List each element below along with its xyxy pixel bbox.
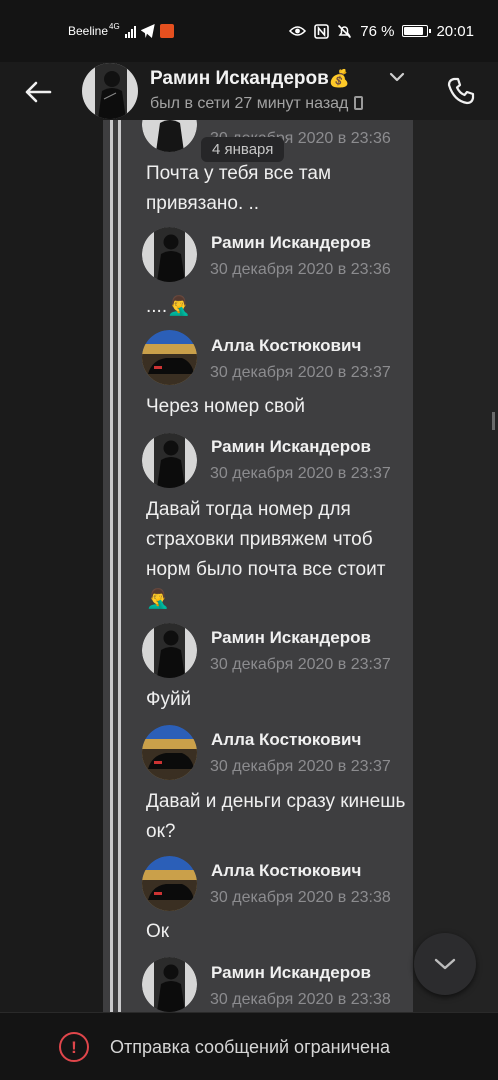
message-text: Фуйй — [146, 689, 192, 710]
sender-name[interactable]: Алла Костюкович — [211, 861, 361, 881]
sender-name[interactable]: Рамин Искандеров — [211, 233, 371, 253]
thread-rail — [118, 120, 121, 1012]
contact-name[interactable]: Рамин Искандеров💰 — [150, 68, 350, 90]
battery-icon — [402, 25, 432, 37]
network-type: 4G — [109, 21, 120, 31]
last-seen-status: был в сети 27 минут назад — [150, 95, 364, 113]
sender-name[interactable]: Рамин Искандеров — [211, 437, 371, 457]
mobile-icon — [354, 96, 364, 110]
message-time: 30 декабря 2020 в 23:38 — [210, 991, 391, 1008]
scroll-down-button[interactable] — [414, 933, 476, 995]
message-text: Почта у тебя все там привязано. .. — [146, 163, 332, 214]
message-time: 30 декабря 2020 в 23:38 — [210, 889, 391, 906]
avatar-ramin[interactable] — [142, 623, 197, 678]
avatar-ramin[interactable] — [142, 227, 197, 282]
avatar-alla[interactable] — [142, 856, 197, 911]
sender-name[interactable]: Рамин Искандеров — [211, 963, 371, 983]
message-text: Через номер свой — [146, 396, 306, 417]
eye-icon — [289, 26, 307, 36]
sender-name[interactable]: Алла Костюкович — [211, 730, 361, 750]
chat-header: Рамин Искандеров💰 был в сети 27 минут на… — [0, 62, 498, 120]
avatar-ramin[interactable] — [142, 957, 197, 1012]
app-icon — [159, 24, 174, 38]
chevron-down-icon — [434, 958, 456, 970]
message-text: Давай и деньги сразу кинешь ок? — [146, 791, 406, 842]
screen: Beeline 4G 76 % 20:01 Рамин Искандеров💰 … — [0, 0, 498, 1080]
status-bar: Beeline 4G 76 % 20:01 — [0, 0, 498, 62]
avatar-ramin[interactable] — [142, 433, 197, 488]
contact-avatar[interactable] — [82, 63, 138, 119]
signal-icon — [124, 24, 136, 38]
restriction-text: Отправка сообщений ограничена — [110, 1037, 390, 1057]
contact-name-emoji: 💰 — [328, 69, 350, 88]
avatar-alla[interactable] — [142, 725, 197, 780]
message-time: 30 декабря 2020 в 23:37 — [210, 465, 391, 482]
sender-name[interactable]: Алла Костюкович — [211, 336, 361, 356]
message-text: Ок — [146, 921, 170, 942]
message-time: 30 декабря 2020 в 23:37 — [210, 758, 391, 775]
message-text: ....🤦‍♂️ — [146, 296, 191, 317]
last-seen-text: был в сети 27 минут назад — [150, 95, 349, 112]
chevron-down-icon[interactable] — [389, 71, 405, 83]
message-text: Давай тогда номер для страховки привяжем… — [146, 499, 386, 610]
sender-name[interactable]: Рамин Искандеров — [211, 628, 371, 648]
nfc-icon — [314, 23, 330, 39]
message-time: 30 декабря 2020 в 23:37 — [210, 364, 391, 381]
chat-side-margin — [413, 120, 498, 1012]
back-arrow-icon — [25, 81, 52, 103]
contact-name-text: Рамин Искандеров — [150, 68, 329, 89]
carrier-label: Beeline — [68, 24, 109, 38]
status-right: 76 % 20:01 — [289, 22, 474, 40]
telegram-icon — [140, 24, 155, 38]
message-time: 30 декабря 2020 в 23:36 — [210, 261, 391, 278]
mute-icon — [338, 24, 352, 38]
message-time: 30 декабря 2020 в 23:37 — [210, 656, 391, 673]
thread-rail — [110, 120, 113, 1012]
status-left: Beeline 4G — [68, 22, 174, 40]
date-chip: 4 января — [201, 137, 285, 162]
restriction-bar: ! Отправка сообщений ограничена — [0, 1012, 498, 1080]
battery-level — [404, 27, 423, 35]
back-button[interactable] — [18, 72, 58, 112]
scrollbar-thumb[interactable] — [492, 412, 495, 430]
error-icon: ! — [59, 1032, 89, 1062]
battery-percent: 76 % — [360, 22, 395, 40]
avatar-alla[interactable] — [142, 330, 197, 385]
call-button[interactable] — [440, 70, 482, 112]
phone-call-icon — [447, 77, 475, 105]
clock: 20:01 — [436, 22, 474, 40]
